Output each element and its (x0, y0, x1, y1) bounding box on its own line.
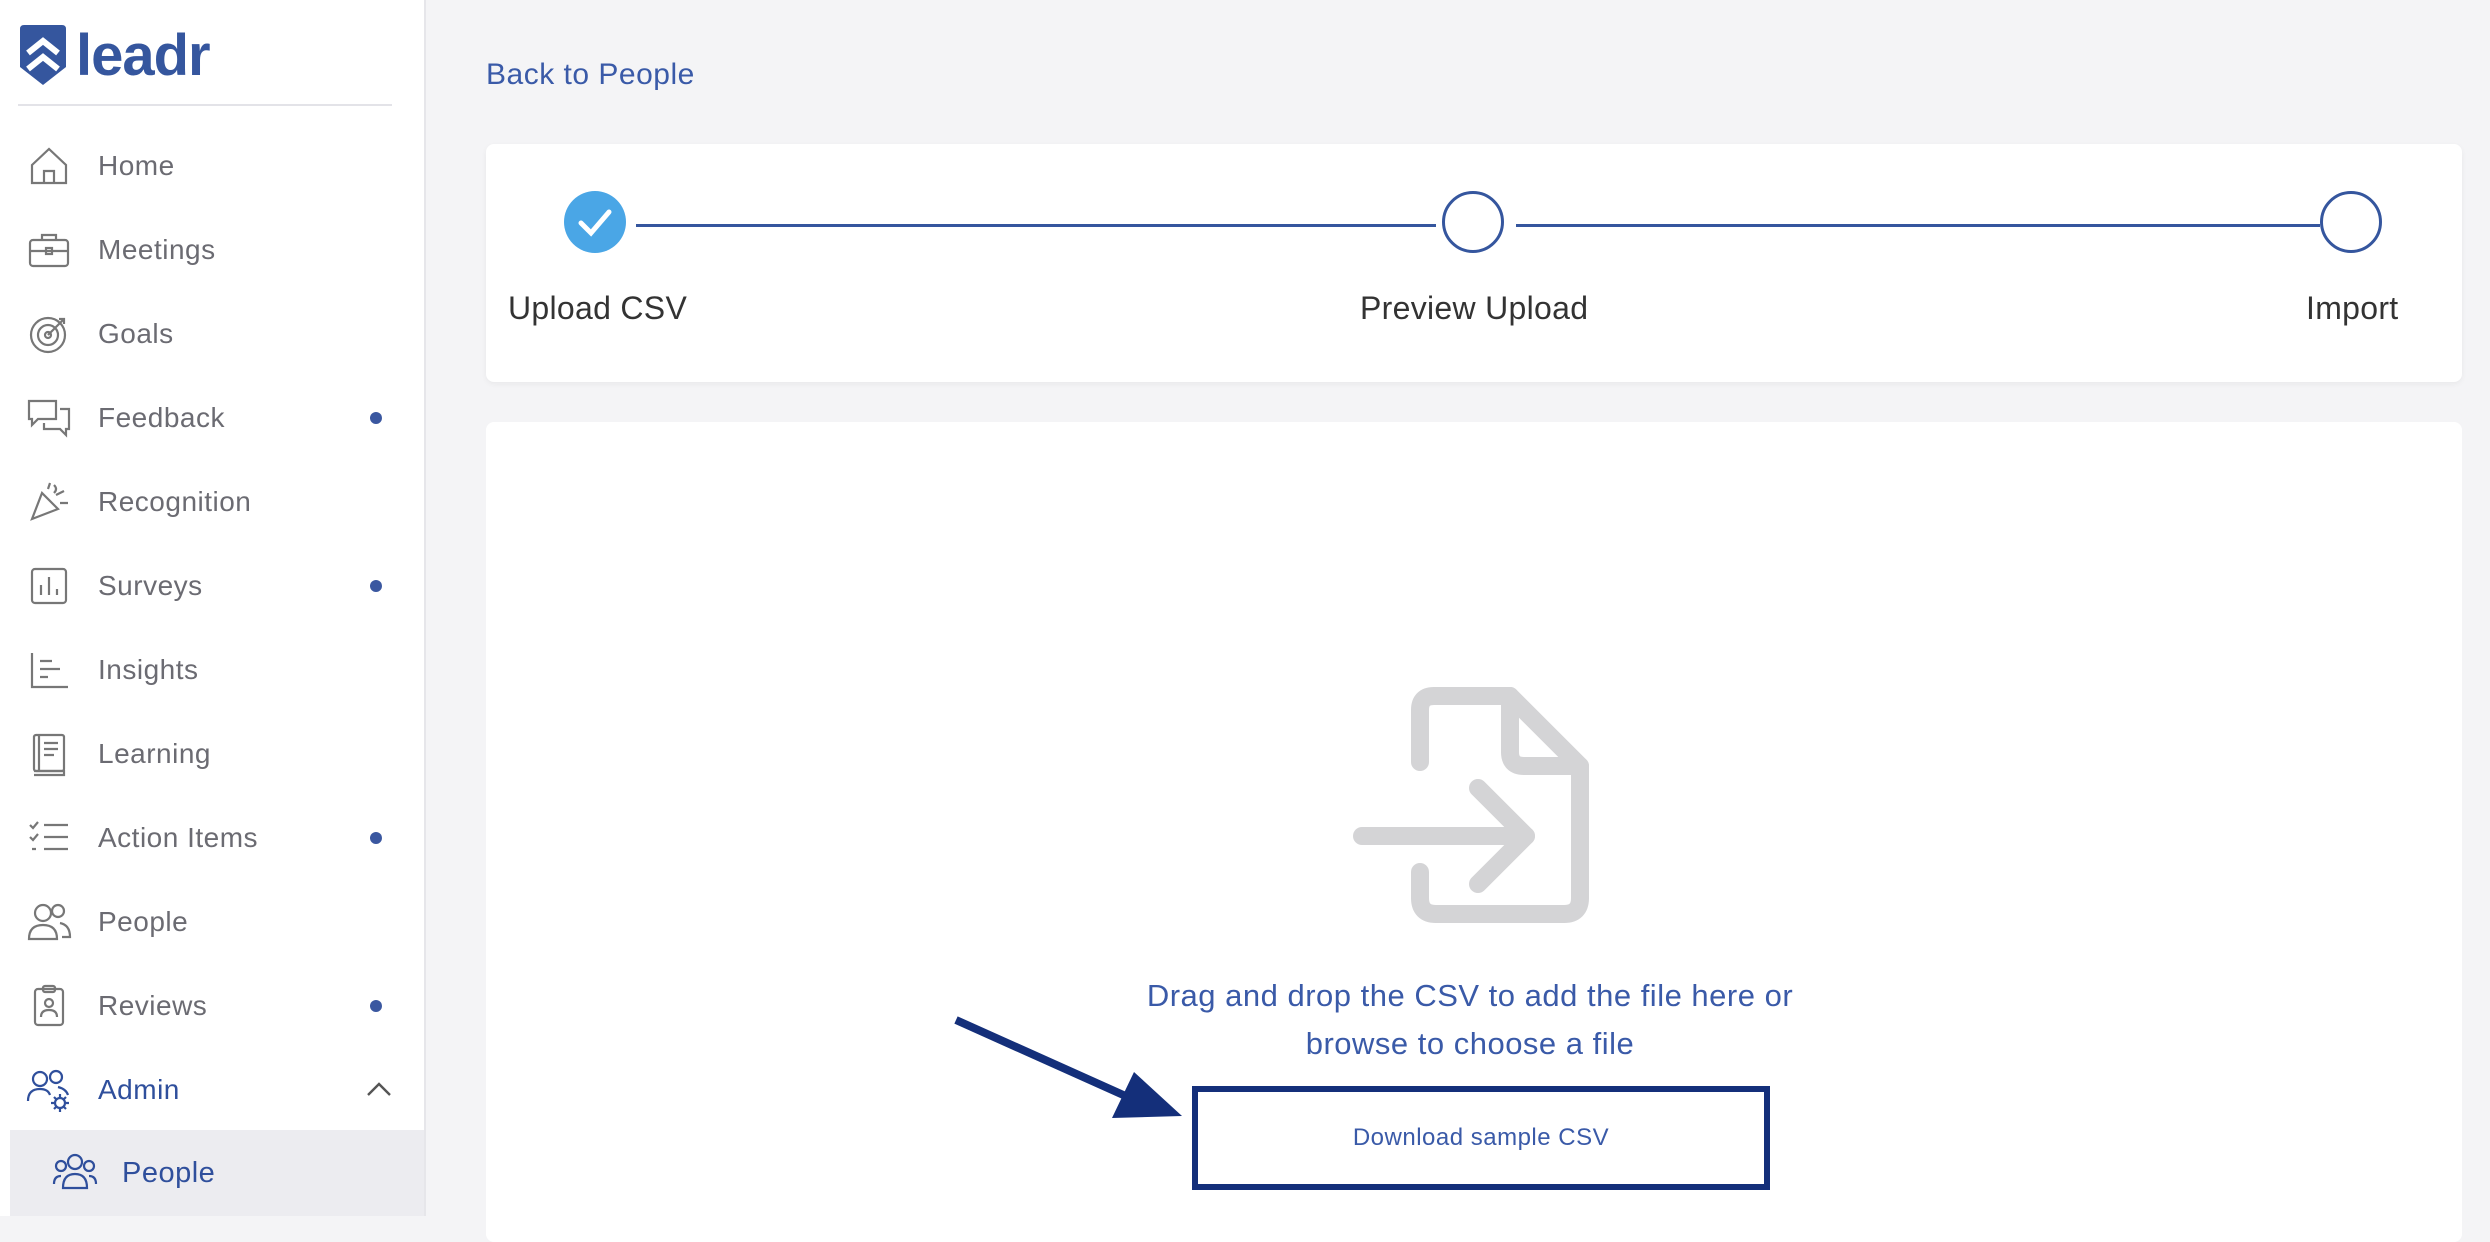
leadr-logo-icon (20, 25, 66, 85)
sidebar-item-label: Learning (98, 738, 211, 769)
drop-instructions: Drag and drop the CSV to add the file he… (1080, 972, 1860, 1068)
sidebar-subitem-people[interactable]: People (10, 1130, 424, 1216)
step-upload-csv-indicator (564, 191, 626, 253)
checkmark-icon (578, 209, 612, 237)
insights-icon (26, 647, 72, 693)
sidebar-item-people[interactable]: People (0, 880, 424, 964)
drop-instructions-line2[interactable]: browse to choose a file (1080, 1020, 1860, 1068)
upload-stepper: Upload CSV Preview Upload Import (486, 144, 2462, 382)
people-icon (26, 899, 72, 945)
sidebar-item-label: Meetings (98, 234, 216, 265)
notification-dot (370, 580, 382, 592)
sidebar-item-label: Action Items (98, 822, 259, 853)
sidebar-item-meetings[interactable]: Meetings (0, 208, 424, 292)
sidebar-item-label: People (98, 906, 189, 937)
home-icon (26, 143, 72, 189)
notification-dot (370, 412, 382, 424)
logo-divider (18, 104, 392, 106)
annotation-arrow-icon (954, 1016, 1182, 1118)
sidebar-item-label: Admin (98, 1074, 180, 1105)
download-sample-csv-button[interactable]: Download sample CSV (1192, 1086, 1770, 1190)
sidebar-item-label: Feedback (98, 402, 225, 433)
sidebar-item-label: Surveys (98, 570, 203, 601)
sidebar-item-surveys[interactable]: Surveys (0, 544, 424, 628)
drop-instructions-line1: Drag and drop the CSV to add the file he… (1146, 978, 1794, 1013)
sidebar-item-insights[interactable]: Insights (0, 628, 424, 712)
book-icon (26, 731, 72, 777)
people-icon (52, 1150, 98, 1196)
sidebar-item-label: Reviews (98, 990, 208, 1021)
party-popper-icon (26, 479, 72, 525)
step-import-indicator (2320, 191, 2382, 253)
admin-people-gear-icon (26, 1067, 72, 1113)
logo-text: leadr (76, 22, 211, 88)
step-label-upload-csv: Upload CSV (508, 290, 688, 326)
sidebar-item-label: Insights (98, 654, 199, 685)
sidebar-item-label: Home (98, 150, 175, 181)
step-connector (1516, 224, 2320, 227)
leadr-logo[interactable]: leadr (18, 22, 211, 88)
sidebar-item-feedback[interactable]: Feedback (0, 376, 424, 460)
sidebar-item-admin[interactable]: Admin (0, 1048, 424, 1132)
target-icon (26, 311, 72, 357)
sidebar-item-goals[interactable]: Goals (0, 292, 424, 376)
sidebar: leadr Home Meetings Goals Feedback Recog… (0, 0, 426, 1216)
sidebar-item-learning[interactable]: Learning (0, 712, 424, 796)
chevron-up-icon[interactable] (362, 1073, 396, 1107)
notification-dot (370, 1000, 382, 1012)
back-to-people-link[interactable]: Back to People (486, 58, 695, 92)
bar-chart-icon (26, 563, 72, 609)
step-label-import: Import (2306, 290, 2399, 326)
sidebar-item-recognition[interactable]: Recognition (0, 460, 424, 544)
step-preview-upload-indicator (1442, 191, 1504, 253)
sidebar-item-label: Goals (98, 318, 174, 349)
chat-bubbles-icon (26, 395, 72, 441)
sidebar-item-home[interactable]: Home (0, 124, 424, 208)
sidebar-subitem-label: People (122, 1156, 216, 1189)
step-label-preview-upload: Preview Upload (1360, 290, 1589, 326)
notification-dot (370, 832, 382, 844)
clipboard-badge-icon (26, 983, 72, 1029)
briefcase-icon (26, 227, 72, 273)
step-connector (636, 224, 1436, 227)
checklist-icon (26, 815, 72, 861)
file-import-icon (1352, 682, 1602, 932)
sidebar-item-label: Recognition (98, 486, 252, 517)
sidebar-item-action-items[interactable]: Action Items (0, 796, 424, 880)
sidebar-item-reviews[interactable]: Reviews (0, 964, 424, 1048)
